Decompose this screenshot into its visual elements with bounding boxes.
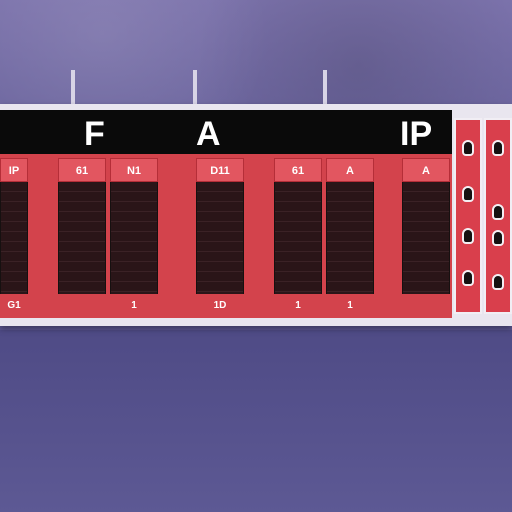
score-column: 61 xyxy=(58,158,106,316)
side-indicator-icon xyxy=(462,270,474,286)
score-column: N1 1 xyxy=(110,158,158,316)
header-letter-f: F xyxy=(84,115,105,153)
side-panel xyxy=(484,118,512,314)
score-column: A 1 xyxy=(326,158,374,316)
mount-pole xyxy=(323,70,327,108)
column-grid xyxy=(326,182,374,294)
column-header: N1 xyxy=(110,158,158,182)
column-footer: 1 xyxy=(131,300,137,311)
side-indicator-icon xyxy=(462,186,474,202)
side-indicator-icon xyxy=(492,274,504,290)
side-indicator-icon xyxy=(462,140,474,156)
column-header: 61 xyxy=(274,158,322,182)
column-footer: 1D xyxy=(213,300,227,311)
mount-pole xyxy=(71,70,75,108)
side-panel xyxy=(454,118,482,314)
column-grid xyxy=(110,182,158,294)
column-footer xyxy=(402,296,450,316)
column-header: A xyxy=(326,158,374,182)
scoreboard-header xyxy=(0,110,452,154)
column-footer: G1 xyxy=(7,300,21,311)
score-column: 61 1 xyxy=(274,158,322,316)
floor-background xyxy=(0,330,512,512)
side-indicator-icon xyxy=(492,140,504,156)
header-letter-a: A xyxy=(196,115,221,153)
column-header: IP xyxy=(0,158,28,182)
side-indicator-icon xyxy=(462,228,474,244)
side-indicator-icon xyxy=(492,204,504,220)
side-indicator-icon xyxy=(492,230,504,246)
column-header: 61 xyxy=(58,158,106,182)
column-footer: 1 xyxy=(347,300,353,311)
score-column: IP G1 xyxy=(0,158,28,316)
column-grid xyxy=(402,182,450,294)
mount-pole xyxy=(193,70,197,108)
header-letter-ip: IP xyxy=(400,115,433,153)
wall-background xyxy=(0,0,512,110)
column-header: D11 xyxy=(196,158,244,182)
column-footer: 1 xyxy=(295,300,301,311)
score-column: A xyxy=(402,158,450,316)
score-column: D11 1D xyxy=(196,158,244,316)
column-grid xyxy=(0,182,28,294)
column-grid xyxy=(274,182,322,294)
column-footer xyxy=(58,296,106,316)
column-grid xyxy=(196,182,244,294)
column-header: A xyxy=(402,158,450,182)
column-grid xyxy=(58,182,106,294)
